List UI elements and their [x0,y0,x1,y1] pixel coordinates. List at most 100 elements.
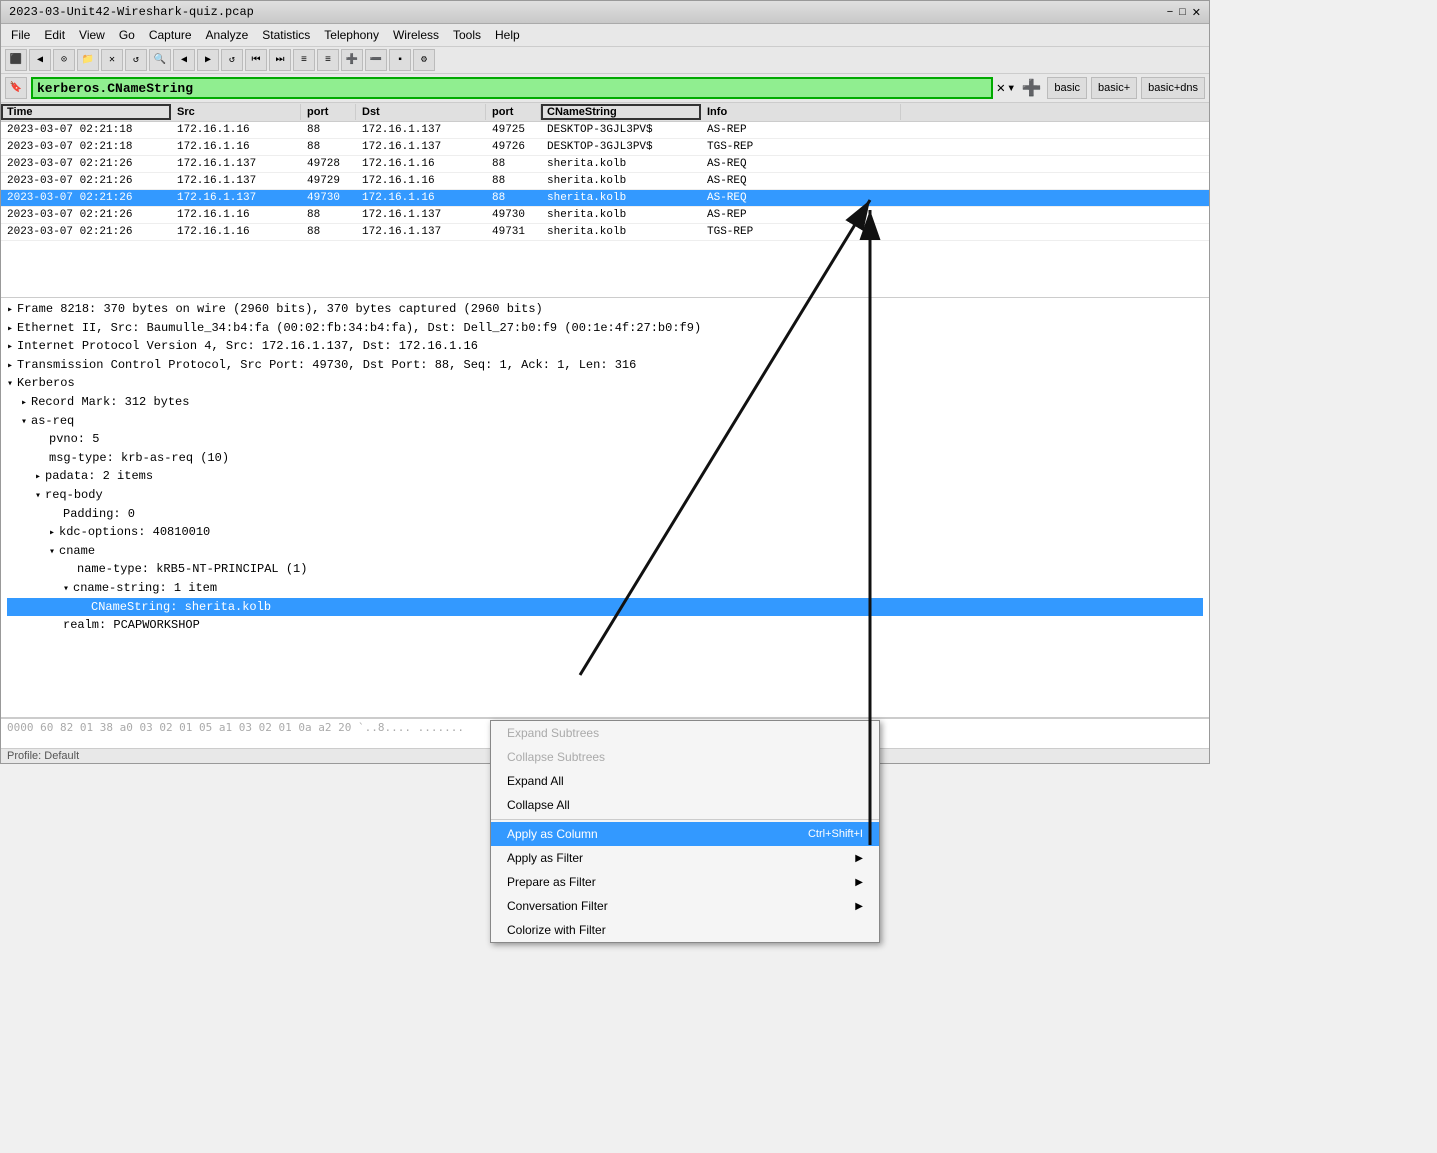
toolbar-btn-9[interactable]: ▶ [197,49,219,71]
toolbar-btn-18[interactable]: ⚙ [413,49,435,71]
detail-expand-icon: ▾ [21,417,27,428]
col-header-info: Info [701,104,901,120]
toolbar-btn-7[interactable]: 🔍 [149,49,171,71]
detail-lines: ▸Frame 8218: 370 bytes on wire (2960 bit… [7,300,1203,635]
detail-line[interactable]: ▾req-body [7,486,1203,505]
detail-line[interactable]: ▸Frame 8218: 370 bytes on wire (2960 bit… [7,300,1203,319]
packet-row[interactable]: 2023-03-07 02:21:18 172.16.1.16 88 172.1… [1,122,1209,139]
cell-dst: 172.16.1.16 [356,174,486,188]
cell-time: 2023-03-07 02:21:26 [1,174,171,188]
cell-src: 172.16.1.16 [171,208,301,222]
ctx-label: Apply as Filter [507,851,583,865]
detail-line[interactable]: ▸Internet Protocol Version 4, Src: 172.1… [7,337,1203,356]
packet-row[interactable]: 2023-03-07 02:21:26 172.16.1.16 88 172.1… [1,224,1209,241]
menu-statistics[interactable]: Statistics [256,26,316,44]
toolbar-btn-13[interactable]: ≡ [293,49,315,71]
cell-src: 172.16.1.16 [171,140,301,154]
context-menu-item-conversation-filter[interactable]: Conversation Filter ▶ [491,894,879,918]
packet-row[interactable]: 2023-03-07 02:21:26 172.16.1.137 49728 1… [1,156,1209,173]
detail-line[interactable]: ▾cname [7,542,1203,561]
detail-line[interactable]: ▾Kerberos [7,374,1203,393]
toolbar-btn-3[interactable]: ⊙ [53,49,75,71]
cell-time: 2023-03-07 02:21:18 [1,140,171,154]
detail-line[interactable]: ▾as-req [7,412,1203,431]
detail-line[interactable]: ▸Ethernet II, Src: Baumulle_34:b4:fa (00… [7,319,1203,338]
context-menu-item-expand-all[interactable]: Expand All [491,769,879,793]
cell-cname: sherita.kolb [541,174,701,188]
maximize-button[interactable]: □ [1179,6,1186,19]
cell-dst: 172.16.1.137 [356,225,486,239]
context-menu-item-apply-as-column[interactable]: Apply as Column Ctrl+Shift+I [491,822,879,846]
detail-line[interactable]: ▸padata: 2 items [7,467,1203,486]
toolbar-btn-14[interactable]: ≡ [317,49,339,71]
ctx-label: Collapse Subtrees [507,750,605,764]
filter-clear-btn[interactable]: ✕ [997,80,1005,97]
toolbar-btn-12[interactable]: ⏭ [269,49,291,71]
cell-dst: 172.16.1.137 [356,140,486,154]
close-button[interactable]: ✕ [1192,6,1201,19]
packet-row[interactable]: 2023-03-07 02:21:18 172.16.1.16 88 172.1… [1,139,1209,156]
context-menu-item-collapse-all[interactable]: Collapse All [491,793,879,817]
packet-rows: 2023-03-07 02:21:18 172.16.1.16 88 172.1… [1,122,1209,241]
filter-basicdns-btn[interactable]: basic+dns [1141,77,1205,99]
cell-dport: 88 [486,174,541,188]
menu-go[interactable]: Go [113,26,141,44]
toolbar-btn-2[interactable]: ◀ [29,49,51,71]
context-menu-item-colorize-with-filter[interactable]: Colorize with Filter [491,918,879,942]
menu-file[interactable]: File [5,26,36,44]
packet-row[interactable]: 2023-03-07 02:21:26 172.16.1.137 49730 1… [1,190,1209,207]
detail-text: CNameString: sherita.kolb [91,600,271,614]
cell-cname: sherita.kolb [541,157,701,171]
cell-dst: 172.16.1.137 [356,123,486,137]
cell-info: AS-REP [701,123,901,137]
detail-expand-icon: ▸ [35,472,41,483]
filter-basic-btn[interactable]: basic [1047,77,1087,99]
menu-help[interactable]: Help [489,26,526,44]
cell-time: 2023-03-07 02:21:26 [1,157,171,171]
cell-info: AS-REQ [701,191,901,205]
cell-dport: 49731 [486,225,541,239]
toolbar-btn-11[interactable]: ⏮ [245,49,267,71]
toolbar-btn-4[interactable]: 📁 [77,49,99,71]
context-menu: Expand Subtrees Collapse Subtrees Expand… [490,720,880,943]
detail-line[interactable]: ▾cname-string: 1 item [7,579,1203,598]
cell-time: 2023-03-07 02:21:26 [1,225,171,239]
detail-line[interactable]: ▸Record Mark: 312 bytes [7,393,1203,412]
packet-row[interactable]: 2023-03-07 02:21:26 172.16.1.137 49729 1… [1,173,1209,190]
detail-line[interactable]: ▸kdc-options: 40810010 [7,523,1203,542]
menu-edit[interactable]: Edit [38,26,71,44]
menu-wireless[interactable]: Wireless [387,26,445,44]
ctx-shortcut: Ctrl+Shift+I [808,828,863,840]
ctx-label: Prepare as Filter [507,875,596,889]
detail-line[interactable]: ▸Transmission Control Protocol, Src Port… [7,356,1203,375]
menu-capture[interactable]: Capture [143,26,198,44]
toolbar-btn-8[interactable]: ◀ [173,49,195,71]
cell-dport: 49725 [486,123,541,137]
filter-add-btn[interactable]: ➕ [1021,78,1041,98]
context-menu-item-apply-as-filter[interactable]: Apply as Filter ▶ [491,846,879,870]
filter-dropdown-btn[interactable]: ▾ [1007,80,1015,97]
cell-sport: 49730 [301,191,356,205]
filter-input[interactable] [31,77,993,99]
packet-row[interactable]: 2023-03-07 02:21:26 172.16.1.16 88 172.1… [1,207,1209,224]
menu-telephony[interactable]: Telephony [318,26,385,44]
filter-basicplus-btn[interactable]: basic+ [1091,77,1137,99]
minimize-button[interactable]: − [1167,6,1173,19]
detail-text: msg-type: krb-as-req (10) [49,451,229,465]
toolbar-btn-15[interactable]: ➕ [341,49,363,71]
toolbar-btn-10[interactable]: ↺ [221,49,243,71]
toolbar-btn-6[interactable]: ↺ [125,49,147,71]
toolbar-btn-16[interactable]: ➖ [365,49,387,71]
toolbar-btn-5[interactable]: ✕ [101,49,123,71]
toolbar-btn-1[interactable]: ⬛ [5,49,27,71]
cell-src: 172.16.1.137 [171,174,301,188]
col-header-src: Src [171,104,301,120]
toolbar-btn-17[interactable]: ▪ [389,49,411,71]
detail-expand-icon: ▸ [7,324,13,335]
cell-src: 172.16.1.16 [171,225,301,239]
menu-view[interactable]: View [73,26,111,44]
filter-bookmark-btn[interactable]: 🔖 [5,77,27,99]
menu-tools[interactable]: Tools [447,26,487,44]
context-menu-item-prepare-as-filter[interactable]: Prepare as Filter ▶ [491,870,879,894]
menu-analyze[interactable]: Analyze [200,26,255,44]
